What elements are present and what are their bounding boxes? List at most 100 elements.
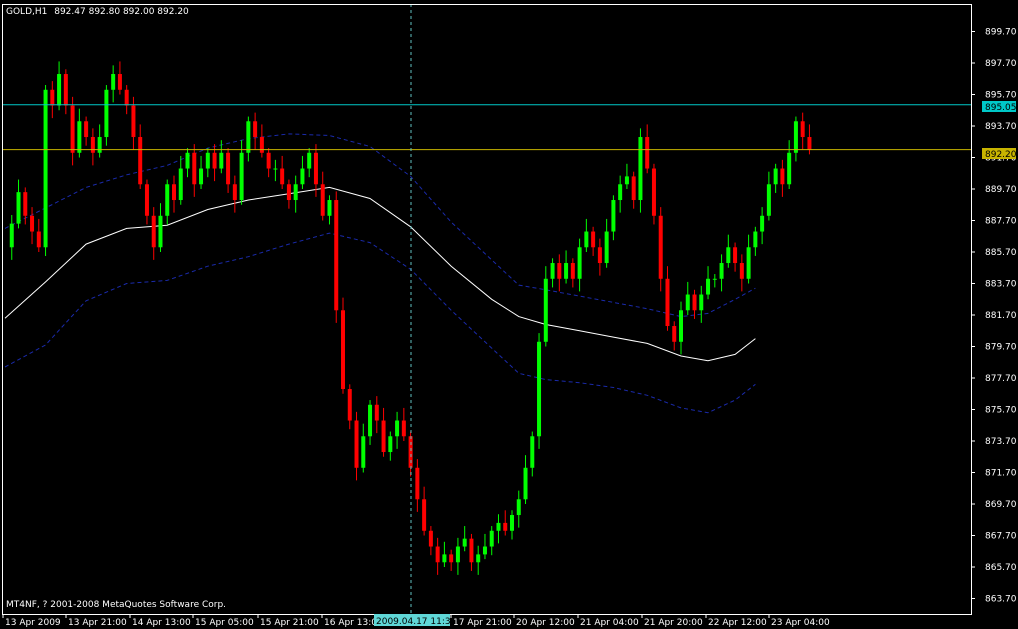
candle-body: [300, 168, 305, 185]
candle: [334, 191, 339, 323]
candle-body: [679, 310, 683, 342]
y-tick-label: 887.70: [985, 217, 1017, 227]
candle-body: [172, 184, 176, 201]
candle-body: [212, 152, 217, 169]
symbol-label: GOLD,H1: [6, 7, 47, 17]
y-tick-label: 893.70: [985, 122, 1017, 132]
y-tick-label: 873.70: [985, 437, 1017, 447]
candle-body: [415, 467, 420, 500]
candle-body: [482, 546, 487, 555]
candle-body: [97, 137, 102, 153]
candle-body: [753, 231, 758, 248]
candle-body: [699, 294, 704, 311]
candle-body: [591, 231, 596, 248]
candle-body: [9, 223, 14, 248]
candle: [638, 128, 643, 213]
candle-body: [739, 263, 744, 279]
candle-body: [780, 168, 785, 185]
candle-body: [70, 105, 75, 153]
candle: [43, 85, 48, 256]
candle-body: [185, 152, 190, 169]
svg-text:892.20: 892.20: [985, 150, 1017, 160]
candle-body: [645, 137, 650, 169]
candle-body: [219, 152, 224, 169]
x-tick-label: 17 Apr 21:00: [453, 618, 512, 628]
candle-body: [90, 137, 95, 153]
candle-body: [476, 554, 481, 563]
y-tick-label: 869.70: [985, 500, 1017, 510]
y-tick-label: 899.70: [985, 28, 1017, 38]
candle-body: [84, 121, 89, 138]
candle-body: [408, 436, 413, 468]
candle-body: [192, 152, 197, 185]
candle-body: [30, 215, 35, 232]
candle-body: [435, 546, 440, 563]
candle-body: [685, 294, 690, 311]
level-price-tag: 895.05: [982, 101, 1017, 113]
candle-body: [361, 436, 366, 468]
candle-body: [401, 420, 406, 437]
candle-body: [442, 554, 447, 563]
candle-body: [341, 310, 345, 390]
ohlc-values: 892.47 892.80 892.00 892.20: [54, 7, 189, 17]
candle-body: [543, 278, 548, 342]
x-tick-label: 21 Apr 04:00: [580, 618, 639, 628]
candle-body: [503, 522, 508, 531]
y-tick-label: 895.70: [985, 91, 1017, 101]
candle-body: [537, 341, 542, 437]
candle-body: [23, 192, 28, 216]
candle-body: [354, 420, 359, 468]
candle-body: [131, 105, 136, 138]
candle-body: [117, 74, 122, 90]
candle-body: [665, 278, 670, 327]
candle-body: [766, 184, 771, 216]
candle-body: [77, 121, 82, 153]
candle-body: [178, 168, 183, 201]
price-chart[interactable]: 899.70897.70895.70893.70891.70889.70887.…: [0, 0, 1018, 629]
candle: [658, 207, 663, 292]
candle-body: [550, 263, 555, 279]
x-tick-label: 15 Apr 05:00: [195, 618, 254, 628]
y-tick-label: 871.70: [985, 469, 1017, 479]
candle-body: [246, 121, 251, 153]
candle-body: [428, 530, 433, 547]
x-tick-label: 21 Apr 20:00: [644, 618, 703, 628]
candle-body: [205, 152, 210, 169]
y-tick-label: 863.70: [985, 595, 1017, 605]
candle-body: [719, 263, 724, 279]
candle-body: [726, 247, 731, 264]
candle-body: [638, 137, 643, 201]
y-tick-label: 877.70: [985, 374, 1017, 384]
candle-body: [773, 168, 778, 185]
candle-body: [672, 326, 677, 342]
candle-body: [597, 247, 602, 264]
candle-body: [692, 294, 697, 311]
candle-body: [334, 200, 339, 311]
x-tick-label: 23 Apr 04:00: [771, 618, 830, 628]
candle-body: [16, 192, 21, 224]
candle-body: [63, 74, 68, 106]
candle-body: [618, 184, 623, 201]
y-tick-label: 885.70: [985, 248, 1017, 258]
candle-body: [807, 137, 812, 150]
candle-body: [564, 263, 569, 279]
svg-text:895.05: 895.05: [985, 103, 1017, 113]
y-tick-label: 865.70: [985, 563, 1017, 573]
bid-price-tag: 892.20: [982, 148, 1017, 160]
candle-body: [280, 168, 285, 185]
candle: [651, 163, 656, 225]
candle-body: [226, 152, 231, 185]
candle-body: [530, 436, 535, 468]
candle-body: [395, 420, 400, 437]
candle-body: [232, 184, 237, 201]
candle-body: [151, 215, 156, 248]
candle: [341, 297, 345, 394]
candle-body: [523, 467, 528, 500]
candle-body: [199, 168, 204, 185]
candle-body: [368, 404, 373, 437]
candle-body: [793, 121, 798, 153]
svg-text:2009.04.17 11:35: 2009.04.17 11:35: [376, 617, 456, 627]
candle-body: [631, 176, 636, 201]
candle-body: [124, 89, 129, 106]
candle-body: [557, 263, 562, 279]
